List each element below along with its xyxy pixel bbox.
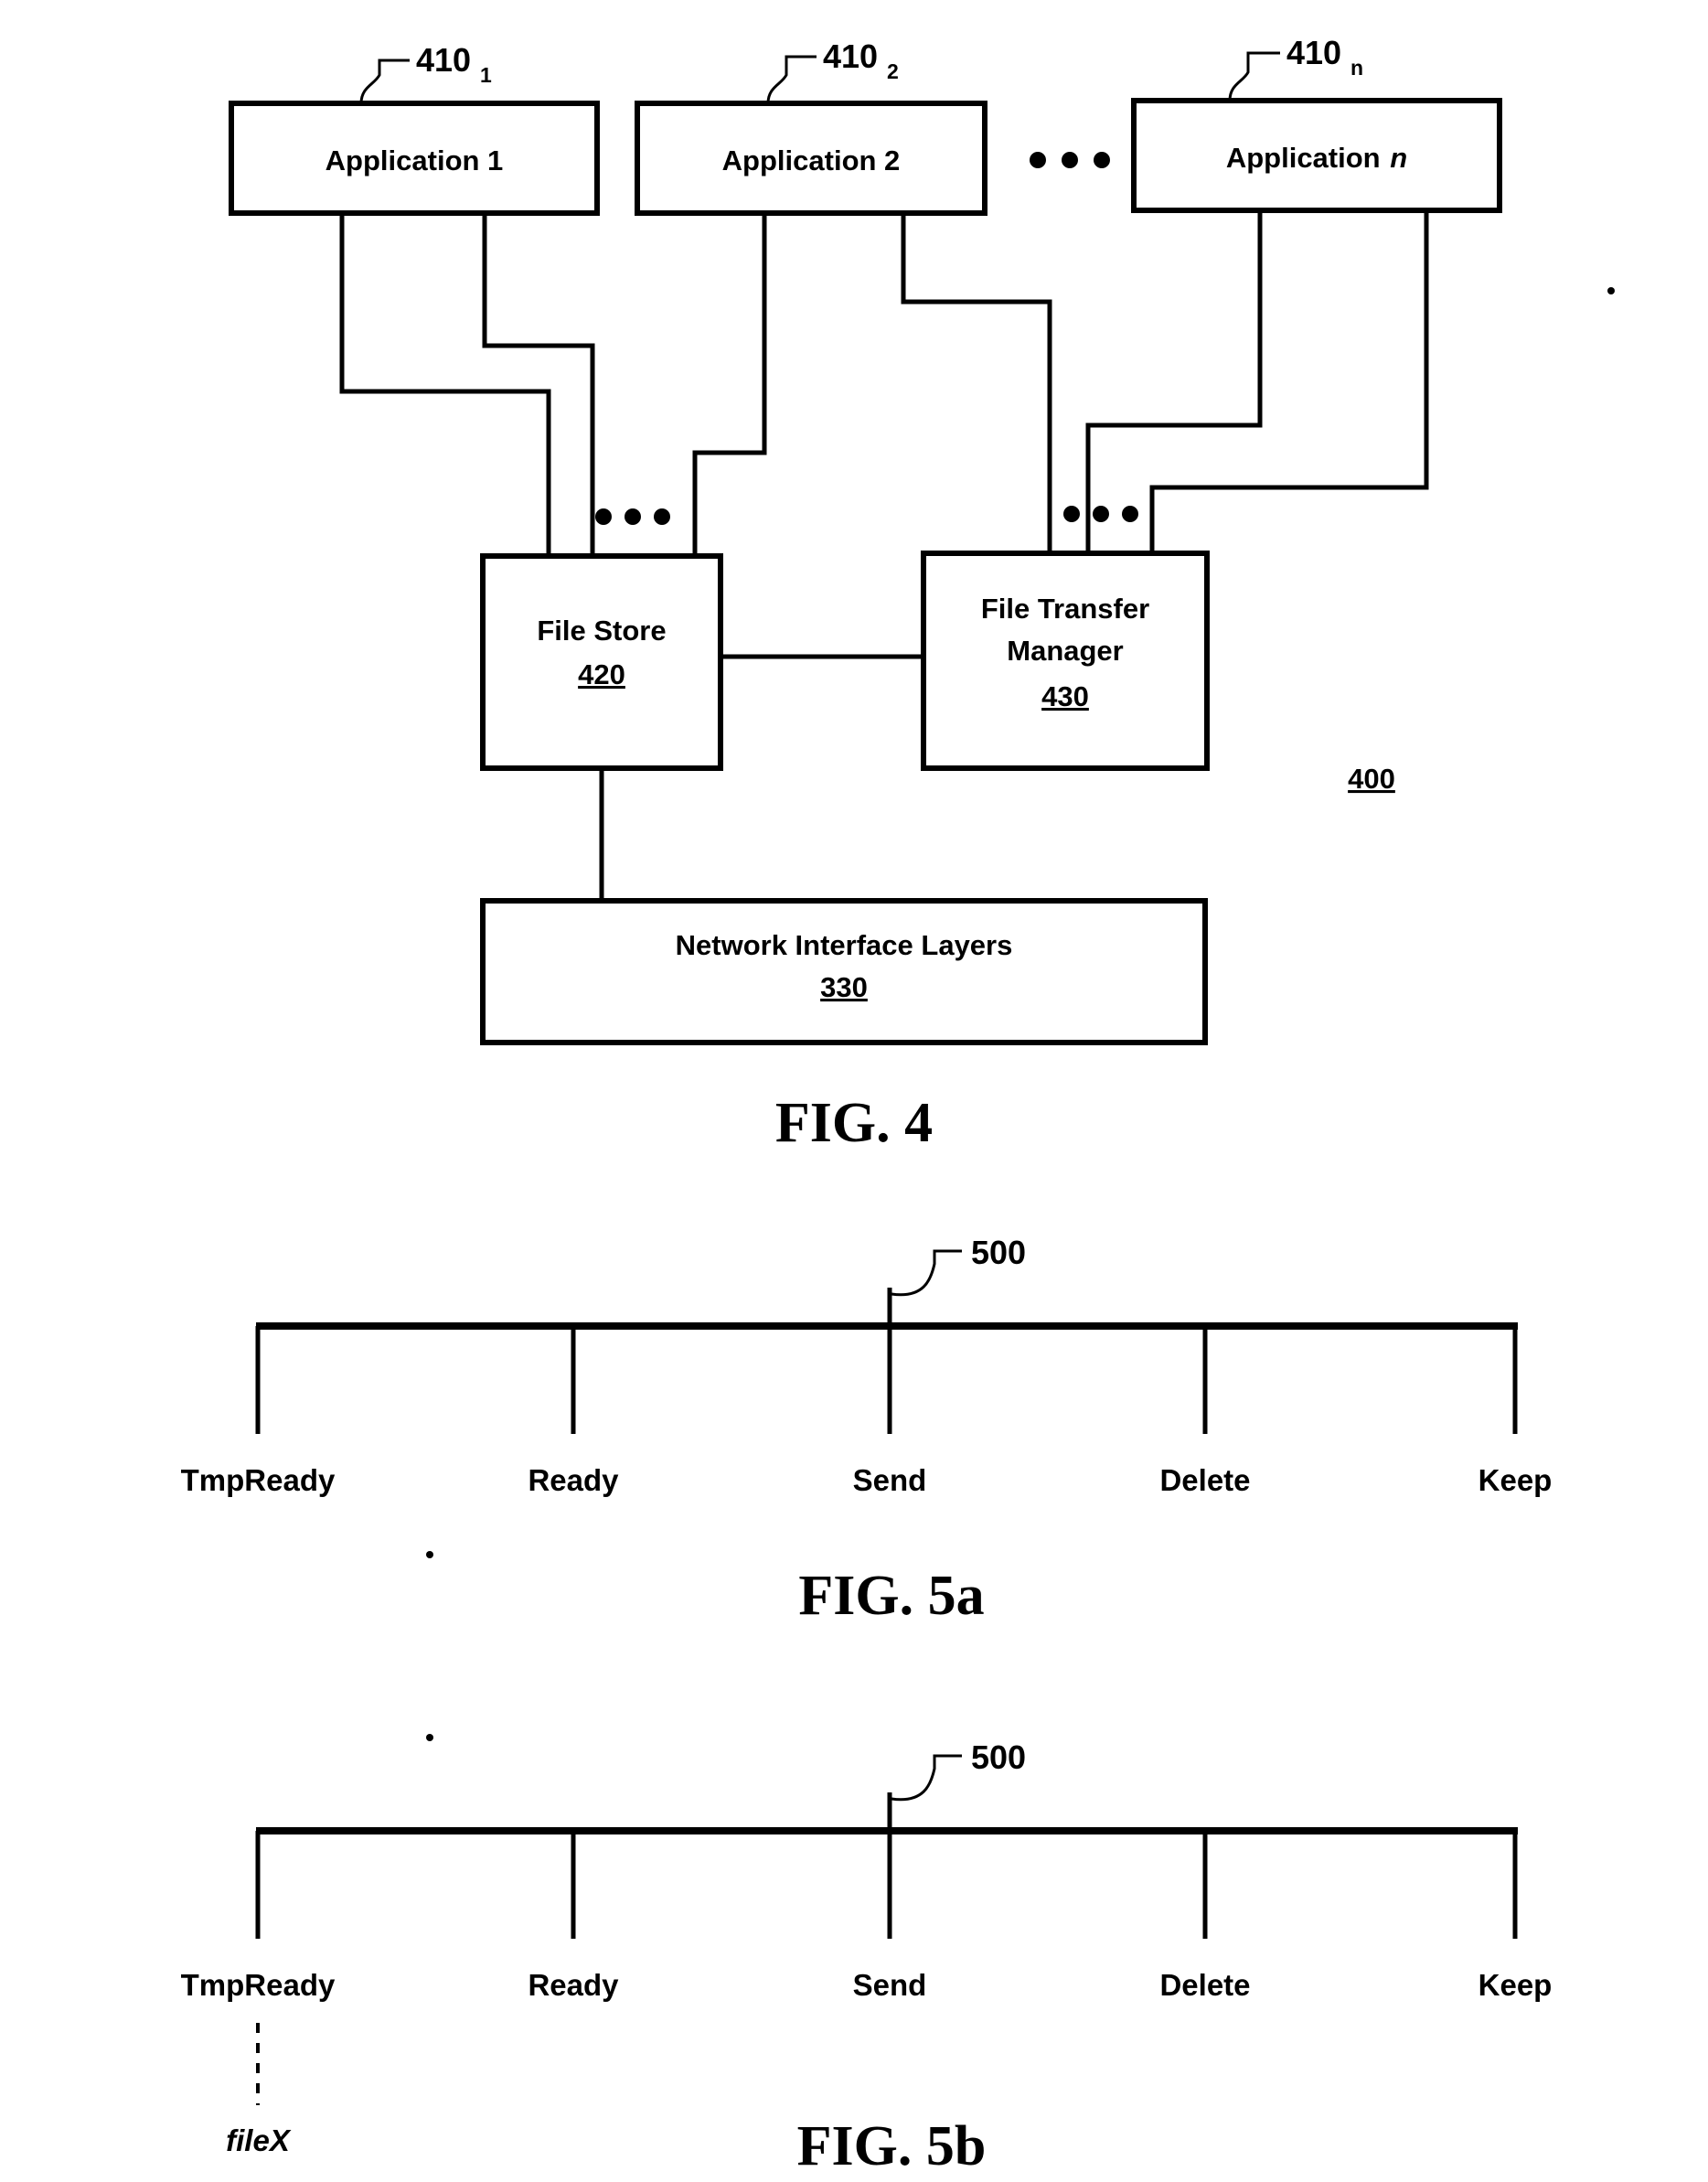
file-store-label: File Store	[537, 615, 666, 647]
leader-500-a	[891, 1249, 962, 1297]
scan-speck-5b	[426, 1734, 433, 1741]
tick-label-ready-b: Ready	[528, 1968, 619, 2002]
leader-500-b	[891, 1754, 962, 1802]
figure-4-caption: FIG. 4	[775, 1092, 933, 1154]
figure-4: Application 1 Application 2 Application …	[229, 34, 1615, 1154]
tick-label-keep-b: Keep	[1478, 1968, 1553, 2002]
tick-label-tmpready-a: TmpReady	[181, 1463, 336, 1497]
tick-label-delete-a: Delete	[1159, 1463, 1250, 1497]
application-n-label-italic: n	[1390, 142, 1407, 174]
ref-410-n: 410 n	[1286, 34, 1363, 80]
file-transfer-manager-label-line1: File Transfer	[981, 593, 1149, 625]
application-n-label: Application n	[1226, 142, 1407, 174]
application-2-label: Application 2	[722, 144, 901, 176]
timeline-ref-500-a: 500	[971, 1234, 1026, 1271]
ref-410-n-subscript: n	[1350, 56, 1363, 80]
ref-410-1-number: 410	[416, 41, 471, 79]
wire-app2-to-file-store	[692, 213, 767, 556]
tick-label-delete-b: Delete	[1159, 1968, 1250, 2002]
scan-speck-5a	[426, 1551, 433, 1558]
scan-speck	[1607, 287, 1615, 294]
applications-ellipsis	[1030, 152, 1110, 168]
application-1-label: Application 1	[326, 144, 504, 176]
wire-appn-to-ftm	[1149, 210, 1429, 556]
figure-5a: 500 TmpReady Ready Send Delete Keep FIG.…	[181, 1234, 1553, 1627]
wire-app1-to-ftm	[482, 213, 595, 556]
figure-5a-caption: FIG. 5a	[798, 1565, 984, 1627]
ref-410-1: 410 1	[416, 41, 492, 87]
ref-410-2-subscript: 2	[887, 59, 899, 83]
figure-5b: 500 TmpReady Ready Send Delete Keep file…	[181, 1734, 1553, 2177]
figure-5b-caption: FIG. 5b	[797, 2115, 987, 2177]
leader-410-1	[359, 59, 410, 104]
system-ref-400: 400	[1348, 763, 1395, 795]
application-n-label-text: Application	[1226, 142, 1388, 174]
tick-label-keep-a: Keep	[1478, 1463, 1553, 1497]
network-interface-layers-label: Network Interface Layers	[676, 929, 1013, 961]
ref-410-2: 410 2	[823, 37, 899, 83]
wire-appn-to-file-store	[1085, 210, 1263, 556]
network-interface-layers-ref: 330	[820, 971, 868, 1003]
file-transfer-manager-label-line2: Manager	[1007, 635, 1123, 667]
wire-app2-to-ftm	[901, 213, 1052, 556]
tick-label-send-b: Send	[853, 1968, 927, 2002]
leader-410-2	[766, 55, 817, 104]
file-marker-label: fileX	[226, 2123, 292, 2157]
ftm-bus-ellipsis	[1063, 506, 1138, 522]
file-transfer-manager-ref: 430	[1041, 680, 1089, 712]
leader-410-n	[1228, 51, 1280, 102]
patent-drawing-sheet: Application 1 Application 2 Application …	[0, 0, 1708, 2182]
tick-label-ready-a: Ready	[528, 1463, 619, 1497]
ref-410-1-subscript: 1	[480, 63, 492, 87]
timeline-ref-500-b: 500	[971, 1738, 1026, 1776]
wire-app1-to-file-store	[339, 213, 551, 556]
ref-410-n-number: 410	[1286, 34, 1341, 71]
ref-410-2-number: 410	[823, 37, 878, 75]
tick-label-send-a: Send	[853, 1463, 927, 1497]
file-store-bus-ellipsis	[595, 508, 670, 525]
file-store-ref: 420	[578, 658, 625, 690]
tick-label-tmpready-b: TmpReady	[181, 1968, 336, 2002]
